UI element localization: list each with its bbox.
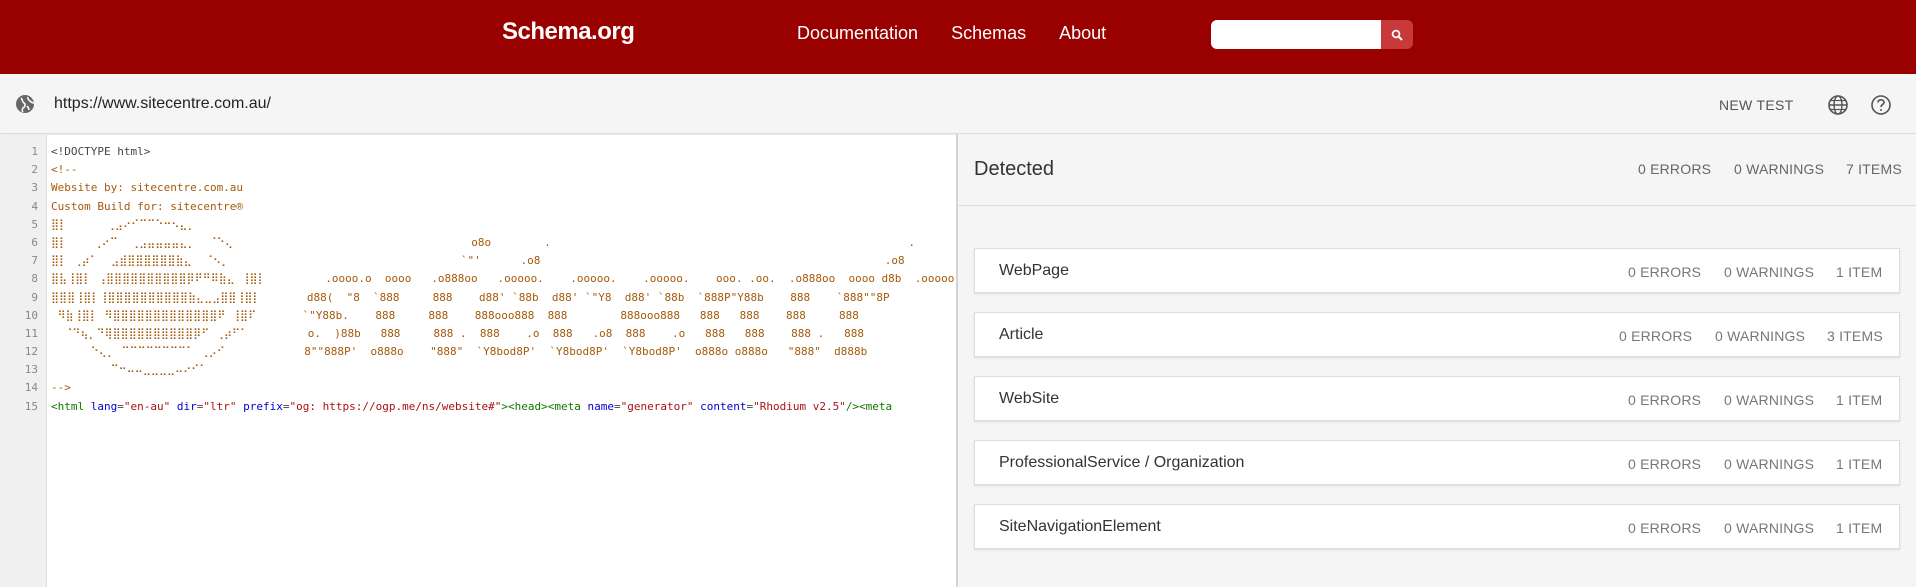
nav-documentation[interactable]: Documentation [797,23,918,44]
code-token: "en-au" [123,399,171,413]
result-card-website[interactable]: WebSite 0 ERRORS 0 WARNINGS 1 ITEM [974,376,1900,421]
code-text: ⠑⢄⡀ ⠉⠉⠉⠉⠉⠉⠉⠉⠁ ⢀⡠⠊ 8""888P' o888o "888" `… [51,345,868,359]
site-logo[interactable]: Schema.org [502,18,635,46]
line-number: 11 [24,326,38,340]
card-errors: 0 ERRORS [1619,328,1693,344]
search-icon [1391,29,1403,41]
total-warnings: 0 WARNINGS [1734,161,1825,177]
line-number: 4 [31,199,38,213]
code-text: ⣿⣿⣿⢸⣿⡇⢸⣿⣿⣿⣿⣿⣿⣿⣿⣿⣿⣷⣄⣀⣠⣿⣿⢸⣿⡇ d88( "8 `888 … [51,290,890,304]
help-icon[interactable] [1870,94,1892,116]
code-token: "ltr" [203,399,237,413]
detected-title: Detected [974,158,1055,180]
nav-schemas[interactable]: Schemas [951,23,1026,44]
line-number: 9 [31,290,38,304]
card-warnings: 0 WARNINGS [1724,392,1815,408]
card-label: WebSite [999,390,1060,407]
results-panel: Detected 0 ERRORS 0 WARNINGS 7 ITEMS Web… [958,134,1916,587]
code-token: content [700,399,747,413]
card-errors: 0 ERRORS [1628,264,1702,280]
code-token: ><head><meta [501,399,588,413]
line-number: 3 [31,181,38,195]
code-text-html: <html lang="en-au" dir="ltr" prefix="og:… [51,398,892,416]
card-items: 3 ITEMS [1827,328,1883,344]
code-token: prefix [243,399,283,413]
globe-icon [16,95,35,113]
total-items: 7 ITEMS [1846,161,1902,177]
line-number: 5 [31,217,38,231]
card-label: ProfessionalService / Organization [999,454,1245,471]
line-number: 14 [24,381,38,395]
code-text: <!DOCTYPE html> [51,145,151,158]
card-errors: 0 ERRORS [1628,392,1702,408]
code-token: <html [51,399,91,413]
card-items: 1 ITEM [1836,392,1883,408]
card-errors: 0 ERRORS [1628,456,1702,472]
code-token: /><meta [845,399,893,413]
code-text: ⣿⡇ ⢀⠔⠉ ⢀⣠⣤⣤⣤⣤⣄⡀ ⠈⠑⢄ o8o . . [51,235,916,249]
code-token: = [117,399,124,413]
code-token: dir [176,399,197,413]
card-items: 1 ITEM [1836,456,1883,472]
line-number: 2 [31,163,38,177]
code-text: ⣿⡇ ⢀⣠⠔⠊⠉⠉⠑⠒⠢⣄⡀ [51,217,196,231]
card-label: WebPage [999,262,1069,279]
detected-header: Detected 0 ERRORS 0 WARNINGS 7 ITEMS [958,134,1916,206]
code-token: name [587,399,615,413]
main-nav: Documentation Schemas About [797,23,1139,44]
code-token: "generator" [620,399,694,413]
line-number: 15 [24,399,38,413]
line-number: 10 [24,308,38,322]
card-warnings: 0 WARNINGS [1724,456,1815,472]
top-header: Schema.org Documentation Schemas About [0,0,1916,74]
result-card-professionalservice[interactable]: ProfessionalService / Organization 0 ERR… [974,440,1900,485]
new-test-button[interactable]: NEW TEST [1719,97,1793,113]
code-text: ⠻⣷⢸⣿⡇ ⠻⣿⣿⣿⣿⣿⣿⣿⣿⣿⣿⣿⣿⣿⠟ ⢸⣿⠏ `"Y88b. 888 88… [51,308,859,322]
code-text: ⣿⣧⢸⣿⡇ ⢠⣿⣿⣿⣿⣿⣿⣿⣿⣿⣿⡿⠟⠛⠿⣷⣄ ⢸⣿⡇ .oooo.o oooo… [51,272,956,286]
card-items: 1 ITEM [1836,520,1883,536]
tested-url[interactable]: https://www.sitecentre.com.au/ [54,95,271,113]
code-text: ⣿⡇ ⢀⡴⠁ ⣠⣾⣿⣿⣿⣿⣿⣿⣷⣄ ⠈⠢⡀ `"' .o8 .o8 [51,254,905,268]
card-label: SiteNavigationElement [999,518,1161,535]
card-warnings: 0 WARNINGS [1724,264,1815,280]
card-label: Article [999,326,1044,343]
code-text: <!-- [51,163,78,177]
search-button[interactable] [1381,20,1413,49]
card-warnings: 0 WARNINGS [1715,328,1806,344]
code-text: ⠉⠒⠤⠤⣀⣀⣀⣀⠤⠔⠊⠁ [51,363,208,377]
code-text: --> [51,381,71,395]
result-card-sitenavigationelement[interactable]: SiteNavigationElement 0 ERRORS 0 WARNING… [974,504,1900,549]
line-number: 7 [31,254,38,268]
card-warnings: 0 WARNINGS [1724,520,1815,536]
code-text: ⠈⠙⢦⡀⠙⢿⣿⣿⣿⣿⣿⣿⣿⣿⣿⣿⡿⠋ ⢀⡴⠋⠁ o. )88b 888 888 … [51,326,865,340]
code-token: "og: https://ogp.me/ns/website#" [289,399,502,413]
line-number: 1 [31,145,38,158]
total-errors: 0 ERRORS [1638,161,1712,177]
code-token: "Rhodium v2.5" [753,399,846,413]
source-code-panel[interactable]: 1 <!DOCTYPE html> 2 <!-- 3 Website by: site… [0,135,956,587]
search-input[interactable] [1211,20,1383,49]
line-number: 6 [31,235,38,249]
search-box [1211,20,1413,49]
code-text: Website by: sitecentre.com.au [51,181,244,195]
result-card-article[interactable]: Article 0 ERRORS 0 WARNINGS 3 ITEMS [974,312,1900,357]
line-number: 13 [24,363,38,377]
url-bar: https://www.sitecentre.com.au/ NEW TEST [0,74,1916,134]
nav-about[interactable]: About [1059,23,1106,44]
card-errors: 0 ERRORS [1628,520,1702,536]
line-number: 8 [31,272,38,286]
language-globe-icon[interactable] [1827,94,1849,116]
line-number: 12 [24,345,38,359]
code-token: lang [90,399,118,413]
card-items: 1 ITEM [1836,264,1883,280]
result-card-webpage[interactable]: WebPage 0 ERRORS 0 WARNINGS 1 ITEM [974,248,1900,293]
code-token: = [614,399,621,413]
code-text: Custom Build for: sitecentre® [51,199,244,213]
